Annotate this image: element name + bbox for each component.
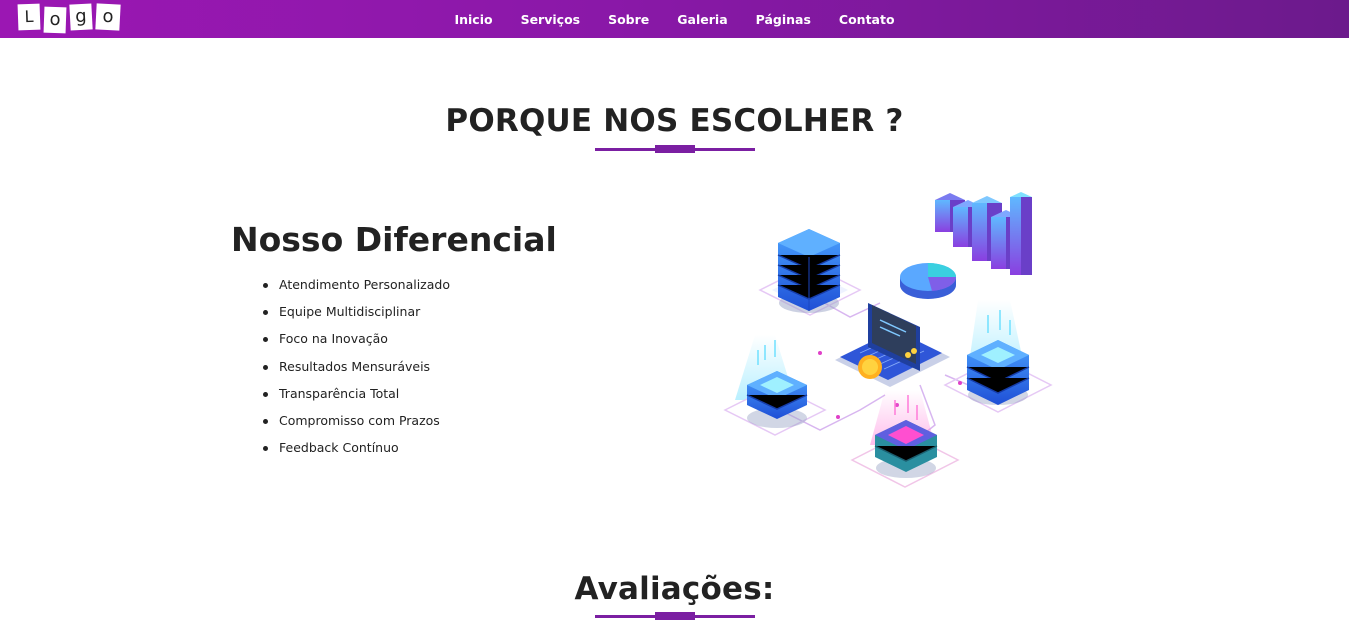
- list-item: Resultados Mensuráveis: [263, 358, 450, 385]
- nav-link-contato[interactable]: Contato: [839, 12, 895, 27]
- list-item: Atendimento Personalizado: [263, 276, 450, 303]
- list-item: Transparência Total: [263, 385, 450, 412]
- list-item: Feedback Contínuo: [263, 439, 450, 466]
- differential-heading: Nosso Diferencial: [231, 220, 557, 259]
- pie-chart-graphic: [900, 263, 957, 299]
- nav-link-sobre[interactable]: Sobre: [608, 12, 649, 27]
- server-stack-graphic: [723, 335, 827, 436]
- list-item: Equipe Multidisciplinar: [263, 303, 450, 330]
- top-navbar: L o g o Inicio Serviços Sobre Galeria Pá…: [0, 0, 1349, 38]
- section-title-reviews: Avaliações:: [574, 571, 775, 607]
- servers-data-illustration: [723, 192, 1053, 488]
- bar-chart-graphic: [935, 192, 1032, 275]
- list-item: Compromisso com Prazos: [263, 412, 450, 439]
- section-title-why: PORQUE NOS ESCOLHER ?: [445, 103, 904, 139]
- title-underline: [595, 612, 755, 620]
- differential-list: Atendimento Personalizado Equipe Multidi…: [263, 276, 450, 466]
- nav-link-paginas[interactable]: Páginas: [756, 12, 811, 27]
- nav-link-galeria[interactable]: Galeria: [677, 12, 727, 27]
- nav-link-inicio[interactable]: Inicio: [454, 12, 492, 27]
- server-stack-graphic: [943, 300, 1053, 413]
- nav-link-servicos[interactable]: Serviços: [521, 12, 581, 27]
- main-nav: Inicio Serviços Sobre Galeria Páginas Co…: [0, 0, 1349, 38]
- server-stack-graphic: [758, 229, 862, 316]
- title-underline: [595, 145, 755, 153]
- list-item: Foco na Inovação: [263, 330, 450, 357]
